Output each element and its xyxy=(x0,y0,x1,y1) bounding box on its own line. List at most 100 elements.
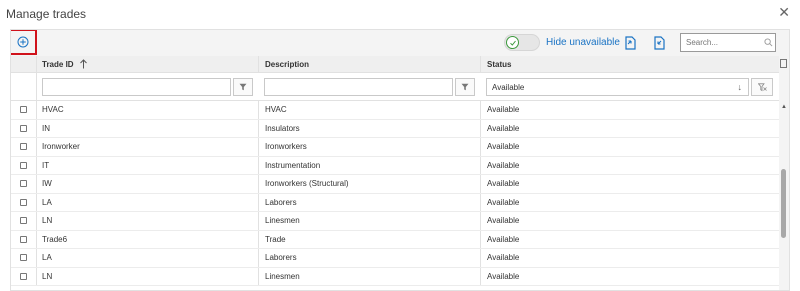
table-row[interactable]: Trade6 Trade Available xyxy=(11,230,779,249)
status-cell: Available xyxy=(487,142,520,152)
row-checkbox[interactable] xyxy=(20,254,27,262)
status-cell: Available xyxy=(487,160,520,170)
table-row[interactable]: IN Insulators Available xyxy=(11,119,779,138)
trade-id-cell: LA xyxy=(36,193,259,211)
trade-id-cell: HVAC xyxy=(36,101,259,119)
description-cell: Ironworkers (Structural) xyxy=(259,175,481,193)
trade-id-cell: Trade6 xyxy=(36,230,259,248)
status-cell: Available xyxy=(487,216,520,226)
row-checkbox[interactable] xyxy=(20,106,27,114)
description-cell: HVAC xyxy=(259,101,481,119)
plus-circle-icon xyxy=(17,36,28,48)
column-header-trade-id[interactable]: Trade ID xyxy=(36,56,259,72)
trade-id-cell: LN xyxy=(36,267,259,285)
dialog-title: Manage trades xyxy=(6,7,87,21)
export-icon[interactable] xyxy=(623,35,637,51)
description-filter-button[interactable] xyxy=(455,78,475,96)
check-icon xyxy=(509,40,516,46)
table-body: HVAC HVAC Available IN Insulators Availa… xyxy=(11,101,779,286)
table-row[interactable]: IT Instrumentation Available xyxy=(11,156,779,175)
close-icon[interactable]: ✕ xyxy=(778,4,790,21)
row-select-cell xyxy=(11,175,37,193)
column-header-label: Trade ID xyxy=(42,59,74,69)
header-select-cell xyxy=(11,56,37,72)
trade-id-cell: IW xyxy=(36,175,259,193)
row-select-cell xyxy=(11,212,37,230)
toolbar: Hide unavailable xyxy=(11,30,789,57)
table-row[interactable]: HVAC HVAC Available xyxy=(11,101,779,120)
row-checkbox[interactable] xyxy=(20,124,27,132)
trade-id-cell: LN xyxy=(36,212,259,230)
row-checkbox[interactable] xyxy=(20,143,27,151)
hide-unavailable-toggle[interactable] xyxy=(504,34,540,51)
import-icon[interactable] xyxy=(652,35,666,51)
status-cell: Available xyxy=(487,179,520,189)
search-icon xyxy=(764,38,773,47)
filter-icon xyxy=(239,83,247,91)
row-select-cell xyxy=(11,119,37,137)
add-trade-button[interactable] xyxy=(11,30,37,55)
trades-grid: Trade ID Description Status Available ↓ … xyxy=(11,56,779,286)
clear-filter-icon xyxy=(757,82,767,91)
row-select-cell xyxy=(11,101,37,119)
column-header-status[interactable]: Status xyxy=(481,56,779,72)
clear-filter-button[interactable] xyxy=(751,78,773,96)
filter-row: Available ↓ xyxy=(11,73,779,101)
description-cell: Linesmen xyxy=(259,267,481,285)
row-checkbox[interactable] xyxy=(20,198,27,206)
table-row[interactable]: LA Laborers Available xyxy=(11,249,779,268)
sort-ascending-icon xyxy=(79,59,87,69)
filter-icon xyxy=(461,83,469,91)
search-input[interactable] xyxy=(680,33,776,52)
description-filter-input[interactable] xyxy=(264,78,453,96)
row-select-cell xyxy=(11,138,37,156)
column-header-label: Status xyxy=(487,59,512,69)
hide-unavailable-label[interactable]: Hide unavailable xyxy=(546,37,620,48)
table-row[interactable]: LN Linesmen Available xyxy=(11,212,779,231)
column-header-label: Description xyxy=(265,59,310,69)
filter-select-cell xyxy=(11,73,37,100)
row-checkbox[interactable] xyxy=(20,180,27,188)
description-cell: Linesmen xyxy=(259,212,481,230)
status-cell: Available xyxy=(487,197,520,207)
status-filter-select[interactable]: Available ↓ xyxy=(486,78,749,96)
row-checkbox[interactable] xyxy=(20,272,27,280)
trade-id-filter-button[interactable] xyxy=(233,78,253,96)
status-cell: Available xyxy=(487,234,520,244)
row-checkbox[interactable] xyxy=(20,161,27,169)
status-cell: Available xyxy=(487,123,520,133)
description-cell: Trade xyxy=(259,230,481,248)
status-cell: Available xyxy=(487,271,520,281)
trades-panel: Hide unavailable Trade ID xyxy=(10,29,790,291)
description-cell: Instrumentation xyxy=(259,156,481,174)
row-select-cell xyxy=(11,249,37,267)
scroll-up-arrow-icon[interactable]: ▲ xyxy=(781,104,787,110)
arrow-down-icon: ↓ xyxy=(737,82,743,92)
trade-id-cell: Ironworker xyxy=(36,138,259,156)
column-chooser-icon[interactable] xyxy=(780,59,787,68)
row-select-cell xyxy=(11,193,37,211)
trade-id-filter-input[interactable] xyxy=(42,78,231,96)
trade-id-cell: LA xyxy=(36,249,259,267)
row-checkbox[interactable] xyxy=(20,217,27,225)
description-cell: Insulators xyxy=(259,119,481,137)
scrollbar-thumb[interactable] xyxy=(781,169,786,238)
table-row[interactable]: LA Laborers Available xyxy=(11,193,779,212)
table-row[interactable]: LN Linesmen Available xyxy=(11,267,779,286)
row-select-cell xyxy=(11,267,37,285)
row-select-cell xyxy=(11,156,37,174)
row-checkbox[interactable] xyxy=(20,235,27,243)
row-select-cell xyxy=(11,230,37,248)
table-row[interactable]: Ironworker Ironworkers Available xyxy=(11,138,779,157)
description-cell: Ironworkers xyxy=(259,138,481,156)
toggle-knob xyxy=(506,36,519,49)
status-filter-value: Available xyxy=(492,82,525,92)
table-row[interactable]: IW Ironworkers (Structural) Available xyxy=(11,175,779,194)
description-cell: Laborers xyxy=(259,193,481,211)
description-cell: Laborers xyxy=(259,249,481,267)
vertical-scrollbar[interactable]: ▲ xyxy=(779,56,789,290)
trade-id-cell: IT xyxy=(36,156,259,174)
trade-id-cell: IN xyxy=(36,119,259,137)
column-header-description[interactable]: Description xyxy=(259,56,481,72)
status-cell: Available xyxy=(487,253,520,263)
